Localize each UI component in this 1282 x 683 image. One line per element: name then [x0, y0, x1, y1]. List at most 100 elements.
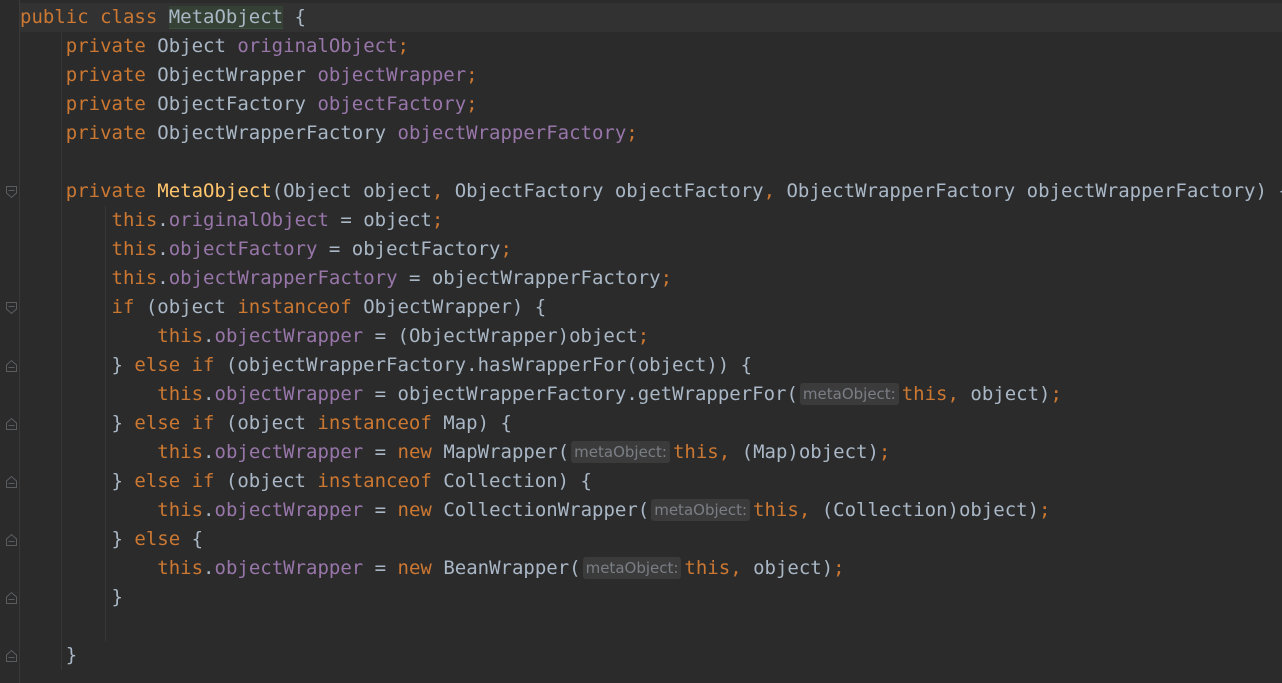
blank-line[interactable] [20, 612, 1282, 641]
indent-guide [61, 148, 62, 177]
code-token: this [157, 383, 204, 405]
indent-guide [61, 525, 62, 554]
indent-guide [105, 293, 106, 322]
code-token: { [283, 6, 306, 28]
code-token: instanceof [317, 470, 444, 492]
code-token: } [20, 412, 135, 434]
code-token: private [65, 122, 158, 144]
code-token: BeanWrapper( [443, 557, 581, 579]
code-line[interactable]: } else if (object instanceof Collection)… [20, 467, 1282, 496]
code-token: ObjectWrapper [157, 64, 318, 86]
code-token: this [901, 383, 948, 405]
fold-close-icon[interactable] [5, 591, 18, 605]
code-token: (Collection)object) [821, 499, 1040, 521]
indent-guide [61, 409, 62, 438]
code-token: Map) { [443, 412, 512, 434]
code-token: objectWrapper [214, 499, 364, 521]
blank-line[interactable] [20, 148, 1282, 177]
code-token: . [203, 441, 215, 463]
code-token: . [157, 267, 169, 289]
code-line[interactable]: this.objectFactory = objectFactory; [20, 235, 1282, 264]
code-line[interactable]: if (object instanceof ObjectWrapper) { [20, 293, 1282, 322]
code-token: } [20, 470, 135, 492]
indent-guide [105, 380, 106, 409]
fold-close-icon[interactable] [5, 359, 18, 373]
indent-guide [61, 438, 62, 467]
code-line[interactable]: } else if (object instanceof Map) { [20, 409, 1282, 438]
code-token: (object [225, 470, 318, 492]
code-token: = [363, 499, 398, 521]
parameter-hint: metaObject: [582, 557, 682, 579]
code-token: = [363, 557, 398, 579]
code-line[interactable]: this.objectWrapper = new BeanWrapper(met… [20, 554, 1282, 583]
code-token: = (ObjectWrapper)object [363, 325, 638, 347]
indent-guide [105, 525, 106, 554]
class-declaration-line[interactable]: public class MetaObject { [20, 3, 1282, 32]
code-token: else if [134, 354, 226, 376]
code-token: objectWrapper [317, 64, 467, 86]
indent-guide [61, 380, 62, 409]
code-token: private [65, 64, 158, 86]
code-line[interactable]: } else { [20, 525, 1282, 554]
indent-guide [61, 496, 62, 525]
code-token: = [363, 441, 398, 463]
field-declaration-line[interactable]: private ObjectWrapperFactory objectWrapp… [20, 119, 1282, 148]
indent-guide [105, 554, 106, 583]
fold-close-icon[interactable] [5, 649, 18, 663]
indent-guide [105, 583, 106, 612]
code-token: objectFactory [317, 93, 467, 115]
code-token: objectWrapper [214, 383, 364, 405]
indent-guide [61, 322, 62, 351]
code-line[interactable]: this.originalObject = object; [20, 206, 1282, 235]
code-token: = objectWrapperFactory [397, 267, 661, 289]
fold-close-icon[interactable] [5, 417, 18, 431]
indent-guide [105, 612, 106, 641]
code-token: else if [134, 470, 226, 492]
code-token: , [718, 441, 742, 463]
code-token: ; [431, 209, 444, 231]
indent-guide [61, 612, 62, 641]
code-line[interactable]: this.objectWrapper = new CollectionWrapp… [20, 496, 1282, 525]
indent-guide [61, 293, 62, 322]
fold-close-icon[interactable] [5, 475, 18, 489]
indent-guide [61, 467, 62, 496]
code-line[interactable]: this.objectWrapperFactory = objectWrappe… [20, 264, 1282, 293]
code-token: instanceof [237, 296, 364, 318]
code-token: . [157, 209, 169, 231]
code-line[interactable]: this.objectWrapper = new MapWrapper(meta… [20, 438, 1282, 467]
code-token: objectWrapper [214, 557, 364, 579]
code-line[interactable]: } [20, 583, 1282, 612]
code-token: (object [225, 412, 318, 434]
fold-close-icon[interactable] [5, 533, 18, 547]
indent-guide [61, 264, 62, 293]
fold-open-icon[interactable] [5, 185, 18, 199]
code-token: originalObject [168, 209, 329, 231]
code-token: ; [660, 267, 673, 289]
field-declaration-line[interactable]: private Object originalObject; [20, 32, 1282, 61]
code-line[interactable]: } [20, 641, 1282, 670]
indent-guide [105, 206, 106, 235]
code-line[interactable]: this.objectWrapper = objectWrapperFactor… [20, 380, 1282, 409]
code-token: ObjectWrapperFactory [157, 122, 398, 144]
code-token: objectFactory [168, 238, 318, 260]
code-token: . [203, 499, 215, 521]
code-line[interactable]: this.objectWrapper = (ObjectWrapper)obje… [20, 322, 1282, 351]
field-declaration-line[interactable]: private ObjectWrapper objectWrapper; [20, 61, 1282, 90]
code-token: ObjectWrapperFactory objectWrapperFactor… [786, 180, 1282, 202]
indent-guide [61, 554, 62, 583]
code-token: objectWrapper [214, 325, 364, 347]
code-token: Collection) { [443, 470, 592, 492]
code-line[interactable]: } else if (objectWrapperFactory.hasWrapp… [20, 351, 1282, 380]
indent-guide [61, 32, 62, 61]
fold-open-icon[interactable] [5, 301, 18, 315]
field-declaration-line[interactable]: private ObjectFactory objectFactory; [20, 90, 1282, 119]
code-editor[interactable]: public class MetaObject { private Object… [20, 3, 1282, 670]
constructor-declaration-line[interactable]: private MetaObject(Object object, Object… [20, 177, 1282, 206]
